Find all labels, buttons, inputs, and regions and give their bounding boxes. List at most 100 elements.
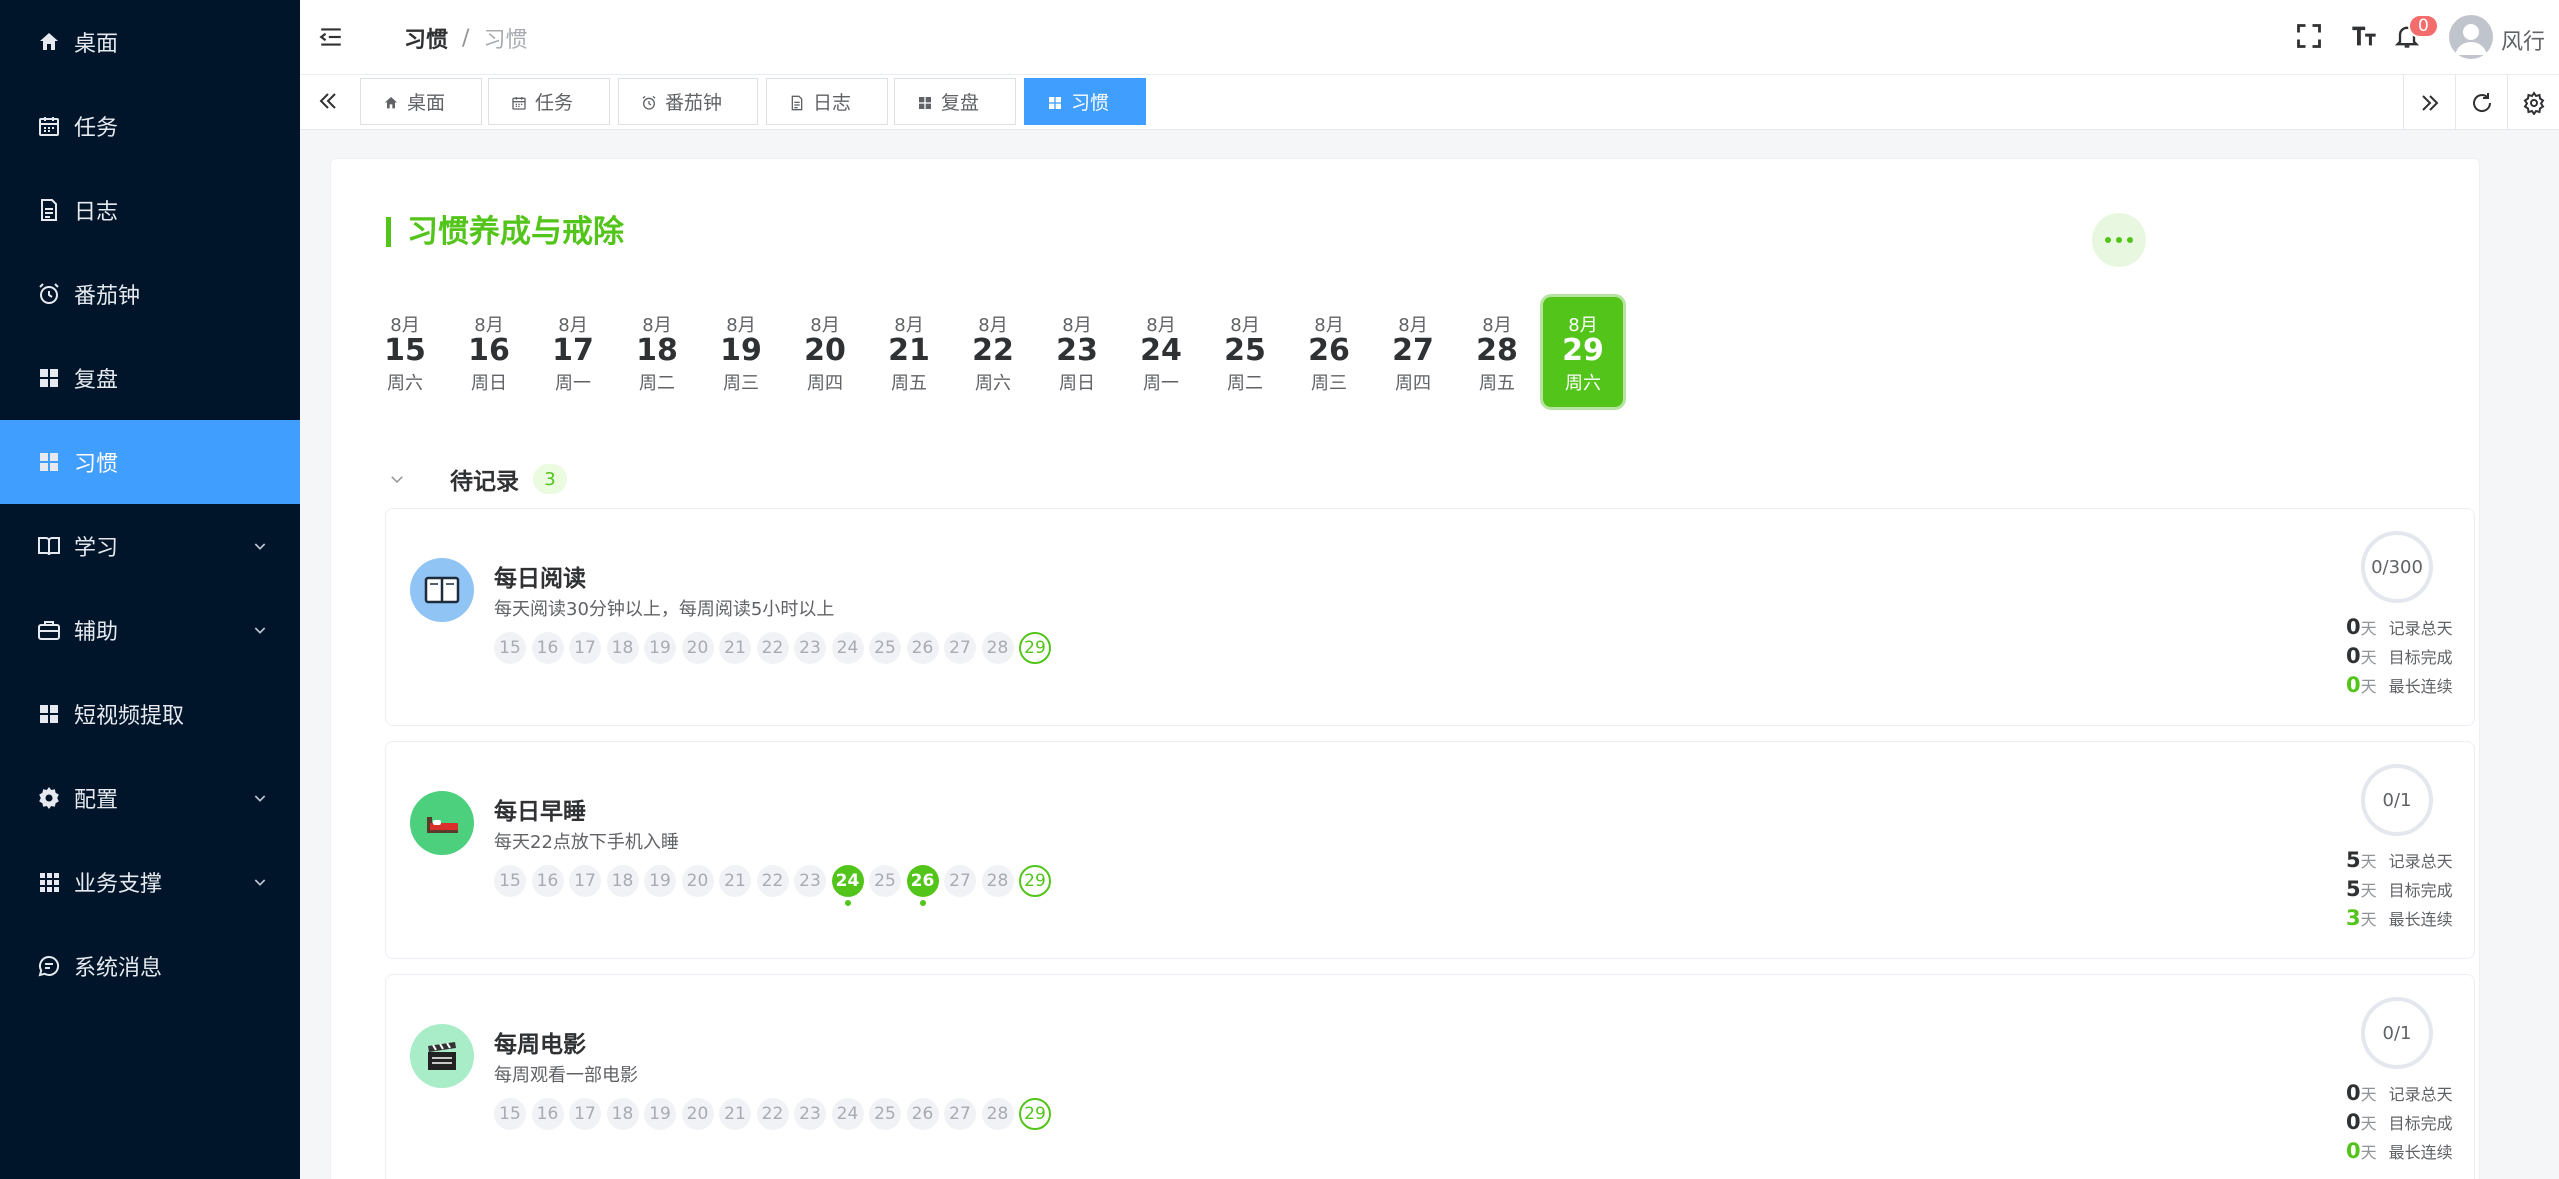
settings-button[interactable]	[2507, 75, 2559, 130]
pending-section-header[interactable]: 待记录 3	[388, 462, 567, 496]
habit-day-dot[interactable]: 21	[719, 632, 751, 664]
more-options-button[interactable]	[2092, 213, 2146, 267]
habit-card[interactable]: 每日阅读 每天阅读30分钟以上，每周阅读5小时以上 15 16 17 18 19 20 21 22…	[385, 508, 2475, 726]
habit-day-dot[interactable]: 28	[981, 865, 1014, 897]
date-cell[interactable]: 8月 21 周五	[869, 297, 949, 407]
habit-day-dot[interactable]: 24	[831, 1098, 864, 1130]
habit-day-dot[interactable]: 29	[1019, 632, 1051, 664]
tab-0[interactable]: 桌面	[360, 78, 482, 125]
tab-2[interactable]: 番茄钟	[618, 78, 758, 125]
habit-day-dot[interactable]: 20	[681, 632, 714, 664]
habit-card[interactable]: 每日早睡 每天22点放下手机入睡 15 16 17 18 19 20 21 22 23 24 25 26 2…	[385, 741, 2475, 959]
habit-day-dot[interactable]: 18	[606, 1098, 639, 1130]
sidebar-item-11[interactable]: 系统消息	[0, 924, 300, 1008]
habit-day-dot[interactable]: 28	[981, 632, 1014, 664]
date-month: 8月	[1482, 315, 1512, 336]
habit-day-dot[interactable]: 16	[531, 865, 564, 897]
habit-day-dot[interactable]: 25	[869, 1098, 901, 1130]
habit-day-dot[interactable]: 19	[644, 1098, 676, 1130]
tab-5[interactable]: 习惯	[1024, 78, 1146, 125]
sidebar-item-4[interactable]: 复盘	[0, 336, 300, 420]
user-name[interactable]: 风行	[2501, 24, 2545, 56]
habit-day-dot[interactable]: 22	[756, 865, 789, 897]
habit-day-dot[interactable]: 18	[606, 632, 639, 664]
habit-day-dot[interactable]: 17	[569, 632, 601, 664]
font-size-icon[interactable]	[2350, 22, 2378, 50]
habit-day-dot[interactable]: 22	[756, 632, 789, 664]
habit-day-dot[interactable]: 21	[719, 1098, 751, 1130]
habit-day-dot[interactable]: 27	[944, 865, 976, 897]
avatar[interactable]	[2449, 15, 2493, 59]
habit-day-dot[interactable]: 22	[756, 1098, 789, 1130]
date-cell[interactable]: 8月 20 周四	[785, 297, 865, 407]
date-weekday: 周四	[807, 373, 843, 394]
habit-day-dot[interactable]: 17	[569, 865, 601, 897]
habit-day-dot[interactable]: 28	[981, 1098, 1014, 1130]
habit-day-dot[interactable]: 27	[944, 632, 976, 664]
habit-day-dot[interactable]: 17	[569, 1098, 601, 1130]
date-cell[interactable]: 8月 25 周二	[1205, 297, 1285, 407]
date-cell[interactable]: 8月 23 周日	[1037, 297, 1117, 407]
habit-day-dot[interactable]: 26	[906, 1098, 939, 1130]
tab-4[interactable]: 复盘	[894, 78, 1016, 125]
date-cell[interactable]: 8月 16 周日	[449, 297, 529, 407]
habit-day-dot[interactable]: 26	[906, 632, 939, 664]
fullscreen-icon[interactable]	[2295, 22, 2323, 50]
habit-day-dot[interactable]: 23	[794, 632, 826, 664]
habit-day-dot[interactable]: 19	[644, 865, 676, 897]
more-dot-icon	[2116, 237, 2122, 243]
date-cell[interactable]: 8月 26 周三	[1289, 297, 1369, 407]
habit-day-dot[interactable]: 19	[644, 632, 676, 664]
habit-day-dot[interactable]: 16	[531, 632, 564, 664]
habit-day-dot[interactable]: 21	[719, 865, 751, 897]
sidebar-item-7[interactable]: 辅助	[0, 588, 300, 672]
habit-day-dot[interactable]: 16	[531, 1098, 564, 1130]
habit-day-dot[interactable]: 29	[1019, 1098, 1051, 1130]
habit-day-dot[interactable]: 27	[944, 1098, 976, 1130]
sidebar-item-5[interactable]: 习惯	[0, 420, 300, 504]
habit-day-dot[interactable]: 15	[494, 1098, 526, 1130]
sidebar-item-1[interactable]: 任务	[0, 84, 300, 168]
chevron-down-icon[interactable]	[388, 470, 406, 488]
date-cell[interactable]: 8月 27 周四	[1373, 297, 1453, 407]
sidebar-item-3[interactable]: 番茄钟	[0, 252, 300, 336]
habit-day-dot[interactable]: 25	[869, 865, 901, 897]
scroll-tabs-right-button[interactable]	[2403, 75, 2455, 130]
double-chevron-left-icon[interactable]	[316, 89, 340, 113]
date-cell[interactable]: 8月 15 周六	[365, 297, 445, 407]
habit-description: 每周观看一部电影	[494, 1065, 638, 1086]
habit-day-dot[interactable]: 20	[681, 865, 714, 897]
sidebar-item-10[interactable]: 业务支撑	[0, 840, 300, 924]
habit-day-dot[interactable]: 24	[831, 632, 864, 664]
date-cell[interactable]: 8月 18 周二	[617, 297, 697, 407]
habit-day-dot[interactable]: 18	[606, 865, 639, 897]
menu-fold-icon[interactable]	[318, 24, 344, 50]
date-cell[interactable]: 8月 22 周六	[953, 297, 1033, 407]
sidebar-item-9[interactable]: 配置	[0, 756, 300, 840]
habit-day-dot[interactable]: 20	[681, 1098, 714, 1130]
date-cell[interactable]: 8月 29 周六	[1543, 297, 1623, 407]
date-cell[interactable]: 8月 24 周一	[1121, 297, 1201, 407]
refresh-button[interactable]	[2455, 75, 2507, 130]
date-cell[interactable]: 8月 28 周五	[1457, 297, 1537, 407]
date-cell[interactable]: 8月 17 周一	[533, 297, 613, 407]
habit-card[interactable]: 每周电影 每周观看一部电影 15 16 17 18 19 20 21 22 23 24 25 26 27 28…	[385, 974, 2475, 1179]
habit-day-dot[interactable]: 23	[794, 865, 826, 897]
breadcrumb-current[interactable]: 习惯	[404, 22, 448, 54]
sidebar-item-label: 业务支撑	[74, 872, 163, 897]
habit-day-dot[interactable]: 15	[494, 865, 526, 897]
date-cell[interactable]: 8月 19 周三	[701, 297, 781, 407]
habit-day-dot[interactable]: 25	[869, 632, 901, 664]
habit-day-dot[interactable]: 26	[906, 865, 939, 906]
habit-day-dot[interactable]: 23	[794, 1098, 826, 1130]
sidebar-item-0[interactable]: 桌面	[0, 0, 300, 84]
habit-day-dot[interactable]: 29	[1019, 865, 1051, 897]
sidebar-item-8[interactable]: 短视频提取	[0, 672, 300, 756]
tab-3[interactable]: 日志	[766, 78, 888, 125]
sidebar-item-2[interactable]: 日志	[0, 168, 300, 252]
habit-day-dot[interactable]: 24	[831, 865, 864, 906]
alarm-clock-icon	[641, 94, 657, 110]
sidebar-item-6[interactable]: 学习	[0, 504, 300, 588]
habit-day-dot[interactable]: 15	[494, 632, 526, 664]
tab-1[interactable]: 任务	[488, 78, 610, 125]
